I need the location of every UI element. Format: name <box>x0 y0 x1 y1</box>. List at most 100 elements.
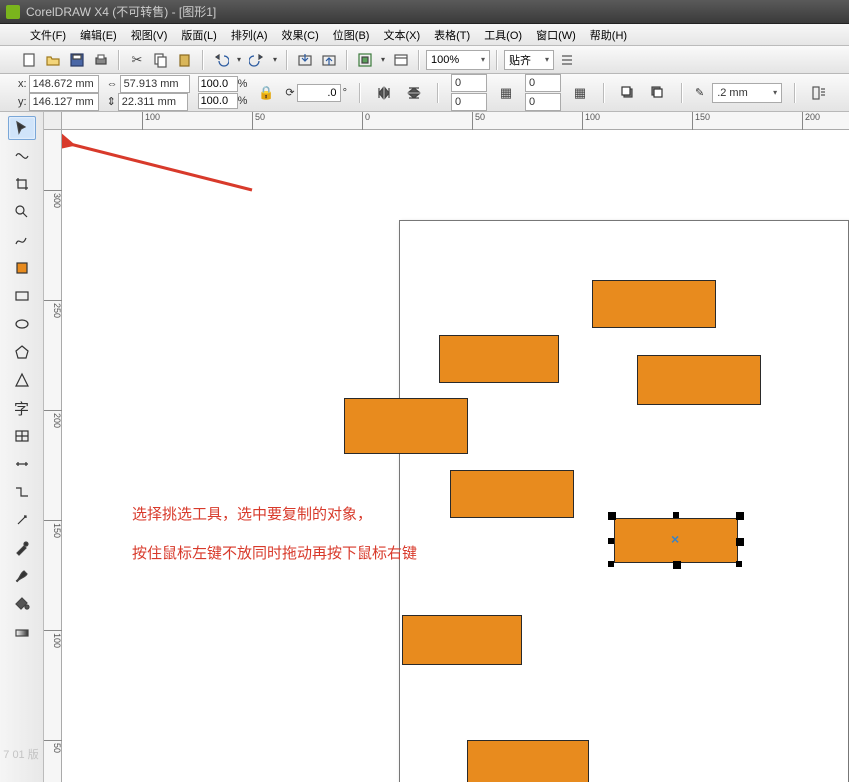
units-button-2[interactable]: ▦ <box>569 82 591 104</box>
import-button[interactable] <box>294 49 316 71</box>
rectangle-shape[interactable] <box>450 470 574 518</box>
app-launcher-dropdown[interactable]: ▾ <box>378 49 388 71</box>
resize-handle[interactable] <box>608 561 614 567</box>
resize-handle[interactable] <box>608 538 614 544</box>
outline-tool[interactable] <box>8 564 36 588</box>
resize-handle[interactable] <box>736 561 742 567</box>
rectangle-shape[interactable] <box>637 355 761 405</box>
menu-help[interactable]: 帮助(H) <box>590 27 627 43</box>
resize-handle[interactable] <box>673 561 681 569</box>
open-button[interactable] <box>42 49 64 71</box>
wrap-button[interactable] <box>808 82 830 104</box>
fill-tool[interactable] <box>8 592 36 616</box>
redo-button[interactable] <box>246 49 268 71</box>
ruler-tick: 200 <box>802 112 820 130</box>
dup-y[interactable]: 0 <box>525 93 561 111</box>
interactive-fill-tool[interactable] <box>8 620 36 644</box>
menu-window[interactable]: 窗口(W) <box>536 27 576 43</box>
mirror-h-button[interactable] <box>373 82 395 104</box>
menu-bitmap[interactable]: 位图(B) <box>333 27 370 43</box>
app-launcher-button[interactable] <box>354 49 376 71</box>
paste-button[interactable] <box>174 49 196 71</box>
save-button[interactable] <box>66 49 88 71</box>
zoom-level[interactable]: 100%▾ <box>426 50 490 70</box>
resize-handle[interactable] <box>673 512 679 518</box>
width-value[interactable]: 57.913 mm <box>120 75 190 93</box>
rotation-value[interactable] <box>297 84 341 102</box>
outline-width[interactable]: .2 mm▾ <box>712 83 782 103</box>
ruler-tick: 50 <box>44 740 62 753</box>
rectangle-shape[interactable] <box>402 615 522 665</box>
to-back-button[interactable] <box>647 82 669 104</box>
ellipse-tool[interactable] <box>8 312 36 336</box>
toolbar-standard: ✂ ▾ ▾ ▾ 100%▾ 贴齐▾ <box>0 46 849 74</box>
basic-shapes-tool[interactable] <box>8 368 36 392</box>
resize-handle[interactable] <box>608 512 616 520</box>
y-value[interactable]: 146.127 mm <box>29 93 99 111</box>
menu-edit[interactable]: 编辑(E) <box>80 27 117 43</box>
export-button[interactable] <box>318 49 340 71</box>
connector-tool[interactable] <box>8 480 36 504</box>
mirror-v-button[interactable] <box>403 82 425 104</box>
menu-layout[interactable]: 版面(L) <box>181 27 216 43</box>
dimension-tool[interactable] <box>8 452 36 476</box>
ruler-horizontal[interactable]: 10050050100150200 <box>62 112 849 130</box>
menu-tools[interactable]: 工具(O) <box>484 27 522 43</box>
nudge-y[interactable]: 0 <box>451 93 487 111</box>
ruler-vertical[interactable]: 30025020015010050 <box>44 130 62 782</box>
table-tool[interactable] <box>8 424 36 448</box>
selection-handles[interactable]: × <box>614 518 738 563</box>
nudge-x[interactable]: 0 <box>451 74 487 92</box>
options-button[interactable] <box>556 49 578 71</box>
x-value[interactable]: 148.672 mm <box>29 75 99 93</box>
freehand-tool[interactable] <box>8 228 36 252</box>
menubar: 文件(F) 编辑(E) 视图(V) 版面(L) 排列(A) 效果(C) 位图(B… <box>0 24 849 46</box>
shape-tool[interactable] <box>8 144 36 168</box>
scale-x[interactable] <box>198 76 238 92</box>
titlebar: CorelDRAW X4 (不可转售) - [图形1] <box>0 0 849 24</box>
property-bar: x:148.672 mm y:146.127 mm ⇔57.913 mm ⇕22… <box>0 74 849 112</box>
menu-view[interactable]: 视图(V) <box>131 27 168 43</box>
rectangle-tool[interactable] <box>8 284 36 308</box>
zoom-tool[interactable] <box>8 200 36 224</box>
crop-tool[interactable] <box>8 172 36 196</box>
rectangle-shape[interactable] <box>439 335 559 383</box>
welcome-button[interactable] <box>390 49 412 71</box>
menu-file[interactable]: 文件(F) <box>30 27 66 43</box>
menu-text[interactable]: 文本(X) <box>383 27 420 43</box>
new-button[interactable] <box>18 49 40 71</box>
menu-arrange[interactable]: 排列(A) <box>231 27 268 43</box>
to-front-button[interactable] <box>617 82 639 104</box>
resize-handle[interactable] <box>736 538 744 546</box>
snap-dropdown[interactable]: 贴齐▾ <box>504 50 554 70</box>
lock-ratio-button[interactable]: 🔒 <box>255 82 277 104</box>
x-label: x: <box>18 78 27 90</box>
interactive-tool[interactable] <box>8 508 36 532</box>
selection-center[interactable]: × <box>671 531 679 547</box>
scale-y[interactable] <box>198 93 238 109</box>
resize-handle[interactable] <box>736 512 744 520</box>
dup-x[interactable]: 0 <box>525 74 561 92</box>
polygon-tool[interactable] <box>8 340 36 364</box>
units-button[interactable]: ▦ <box>495 82 517 104</box>
undo-dropdown[interactable]: ▾ <box>234 49 244 71</box>
ruler-origin[interactable] <box>44 112 62 130</box>
copy-button[interactable] <box>150 49 172 71</box>
rectangle-shape[interactable] <box>344 398 468 454</box>
menu-table[interactable]: 表格(T) <box>434 27 470 43</box>
menu-effects[interactable]: 效果(C) <box>282 27 319 43</box>
height-value[interactable]: 22.311 mm <box>118 93 188 111</box>
cut-button[interactable]: ✂ <box>126 49 148 71</box>
ruler-tick: 50 <box>252 112 265 130</box>
redo-dropdown[interactable]: ▾ <box>270 49 280 71</box>
canvas[interactable]: 选择挑选工具，选中要复制的对象， 按住鼠标左键不放同时拖动再按下鼠标右键 × <box>62 130 849 782</box>
ruler-tick: 100 <box>142 112 160 130</box>
rectangle-shape[interactable] <box>467 740 589 782</box>
pick-tool[interactable] <box>8 116 36 140</box>
smart-fill-tool[interactable] <box>8 256 36 280</box>
rectangle-shape[interactable] <box>592 280 716 328</box>
print-button[interactable] <box>90 49 112 71</box>
undo-button[interactable] <box>210 49 232 71</box>
text-tool[interactable]: 字 <box>8 396 36 420</box>
eyedropper-tool[interactable] <box>8 536 36 560</box>
